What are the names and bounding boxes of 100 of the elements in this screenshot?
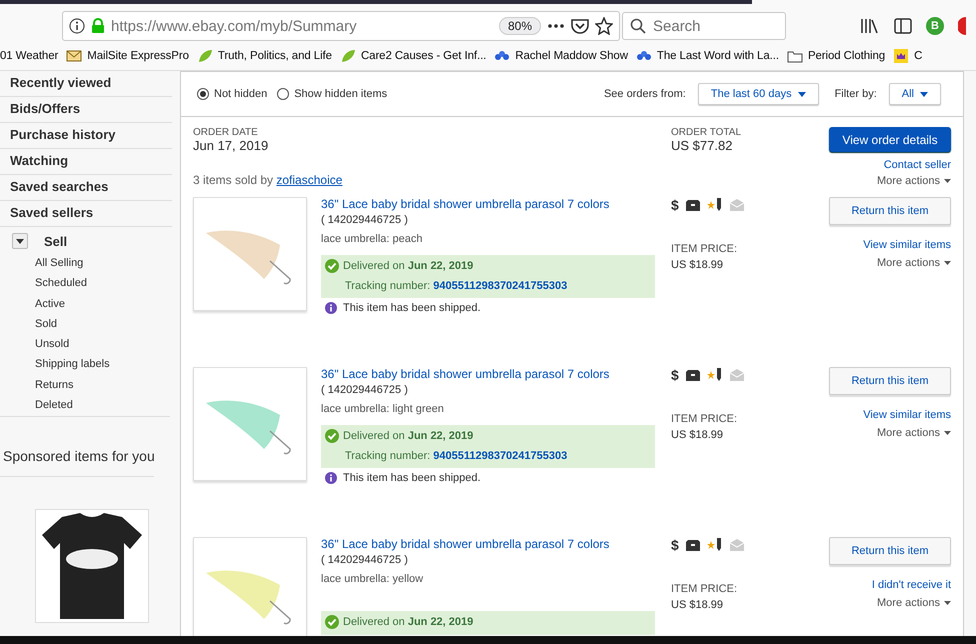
extension-icon[interactable] (958, 17, 966, 35)
url-text: https://www.ebay.com/myb/Summary (111, 18, 358, 34)
filter-dropdown[interactable]: All (888, 83, 941, 105)
bookmark[interactable]: Care2 Causes - Get Inf... (340, 48, 486, 64)
sidebar-sublink[interactable]: Shipping labels (0, 354, 170, 375)
check-circle-icon (325, 615, 339, 629)
tracking-number: Tracking number: 9405511298370241755303 (345, 280, 568, 292)
shipped-note: This item has been shipped. (343, 302, 481, 314)
item-action-link[interactable]: View similar items (829, 239, 951, 251)
sidebar-sublink[interactable]: Scheduled (0, 273, 170, 294)
sidebar-link[interactable]: Bids/Offers (0, 97, 172, 123)
radio-button[interactable] (197, 88, 209, 100)
return-item-button[interactable]: Return this item (829, 197, 951, 225)
item-price-label: ITEM PRICE: (671, 243, 738, 255)
item-number: ( 142029446725 ) (321, 554, 409, 566)
view-order-details-button[interactable]: View order details (829, 127, 951, 152)
item-title-link[interactable]: 36" Lace baby bridal shower umbrella parasol 7 colors (321, 367, 671, 381)
more-actions-link[interactable]: More actions (829, 257, 951, 269)
seller-link[interactable]: zofiaschoice (276, 173, 342, 187)
bookmark[interactable]: Period Clothing (786, 48, 886, 64)
item-price: US $18.99 (671, 599, 724, 611)
more-actions-link[interactable]: More actions (829, 175, 951, 187)
sidebar-sublink[interactable]: All Selling (0, 253, 170, 274)
bookmark[interactable]: Rachel Maddow Show (494, 48, 628, 64)
delivery-status: Delivered on Jun 22, 2019 (343, 616, 474, 628)
check-circle-icon (325, 259, 339, 273)
return-item-button[interactable]: Return this item (829, 537, 951, 565)
address-bar[interactable]: https://www.ebay.com/myb/Summary 80% (62, 11, 620, 41)
caret-icon (944, 261, 951, 265)
caret-icon (944, 601, 951, 605)
check-circle-icon (325, 429, 339, 443)
sidebar-sublink[interactable]: Returns (0, 374, 170, 396)
item-price: US $18.99 (671, 259, 724, 271)
order-total: US $77.82 (671, 138, 734, 153)
info-icon (325, 302, 337, 314)
search-field[interactable]: Search (622, 12, 786, 40)
bookmark[interactable]: The Last Word with La... (636, 48, 779, 64)
section-heading: Sponsored items for you (3, 447, 155, 466)
info-icon (325, 472, 337, 484)
more-actions-link[interactable]: More actions (829, 597, 951, 609)
bookmark-star-icon[interactable] (595, 17, 613, 35)
filter-label: Filter by: (834, 88, 877, 100)
item-title-link[interactable]: 36" Lace baby bridal shower umbrella parasol 7 colors (321, 197, 671, 211)
pocket-icon[interactable] (571, 18, 589, 34)
item-price: US $18.99 (671, 429, 724, 441)
caret-icon (920, 92, 928, 96)
toggle-button[interactable] (12, 233, 28, 249)
paid-status: $ (671, 537, 679, 553)
delivery-status: Delivered on Jun 22, 2019 (343, 260, 474, 272)
item-title-link[interactable]: 36" Lace baby bridal shower umbrella parasol 7 colors (321, 537, 671, 551)
zoom-level[interactable]: 80% (498, 17, 541, 35)
item-variation: lace umbrella: peach (321, 233, 424, 245)
sidebar-sublink[interactable]: Unsold (0, 334, 170, 354)
seller-line: 3 items sold by zofiaschoice (193, 173, 344, 187)
sidebar-link[interactable]: Purchase history (0, 123, 172, 149)
lock-icon (91, 18, 105, 34)
item-price-label: ITEM PRICE: (671, 583, 738, 595)
caret-icon (944, 179, 951, 183)
shipped-note: This item has been shipped. (343, 472, 481, 484)
radio-option[interactable]: Not hidden (197, 88, 268, 100)
item-number: ( 142029446725 ) (321, 214, 409, 226)
item-action-link[interactable]: View similar items (829, 409, 951, 421)
item-action-link[interactable]: I didn't receive it (829, 579, 951, 591)
item-number: ( 142029446725 ) (321, 384, 409, 396)
item-variation: lace umbrella: yellow (321, 573, 424, 585)
order-date: Jun 17, 2019 (193, 138, 270, 153)
bookmark[interactable]: Truth, Politics, and Life (196, 48, 332, 64)
sidebar-link[interactable]: Watching (0, 149, 172, 175)
sidebar-sublink[interactable]: Sold (0, 314, 170, 334)
item-price-label: ITEM PRICE: (671, 413, 738, 425)
caret-icon (798, 92, 806, 96)
paid-status: $ (671, 197, 679, 213)
info-icon (69, 18, 85, 34)
sidebar-icon[interactable] (894, 18, 912, 34)
date-range-dropdown[interactable]: The last 60 days (698, 83, 819, 105)
sidebar-link[interactable]: Saved searches (0, 175, 172, 201)
sidebar-link[interactable]: Recently viewed (0, 71, 172, 97)
paid-status: $ (671, 367, 679, 383)
item-variation: lace umbrella: light green (321, 403, 445, 415)
caret-icon (16, 238, 24, 244)
order-total-label: ORDER TOTAL (671, 127, 742, 138)
section-heading[interactable]: Sell (44, 234, 68, 248)
mail-icon (66, 48, 82, 64)
contact-seller-link[interactable]: Contact seller (829, 159, 951, 171)
bookmark[interactable]: 01 Weather (0, 50, 58, 62)
leaf-icon (340, 48, 356, 64)
library-icon[interactable] (860, 17, 880, 35)
delivery-status: Delivered on Jun 22, 2019 (343, 430, 474, 442)
more-actions-link[interactable]: More actions (829, 427, 951, 439)
bookmark[interactable]: C (893, 48, 922, 64)
sidebar-sublink[interactable]: Deleted (0, 395, 170, 416)
radio-button[interactable] (277, 88, 290, 100)
sidebar-sublink[interactable]: Active (0, 294, 170, 314)
caret-icon (944, 431, 951, 435)
order-date-label: ORDER DATE (193, 127, 259, 138)
sidebar-link[interactable]: Saved sellers (0, 201, 172, 227)
bookmark[interactable]: MailSite ExpressPro (66, 48, 189, 64)
filter-label: See orders from: (604, 88, 686, 100)
return-item-button[interactable]: Return this item (829, 367, 951, 395)
radio-option[interactable]: Show hidden items (277, 88, 388, 100)
